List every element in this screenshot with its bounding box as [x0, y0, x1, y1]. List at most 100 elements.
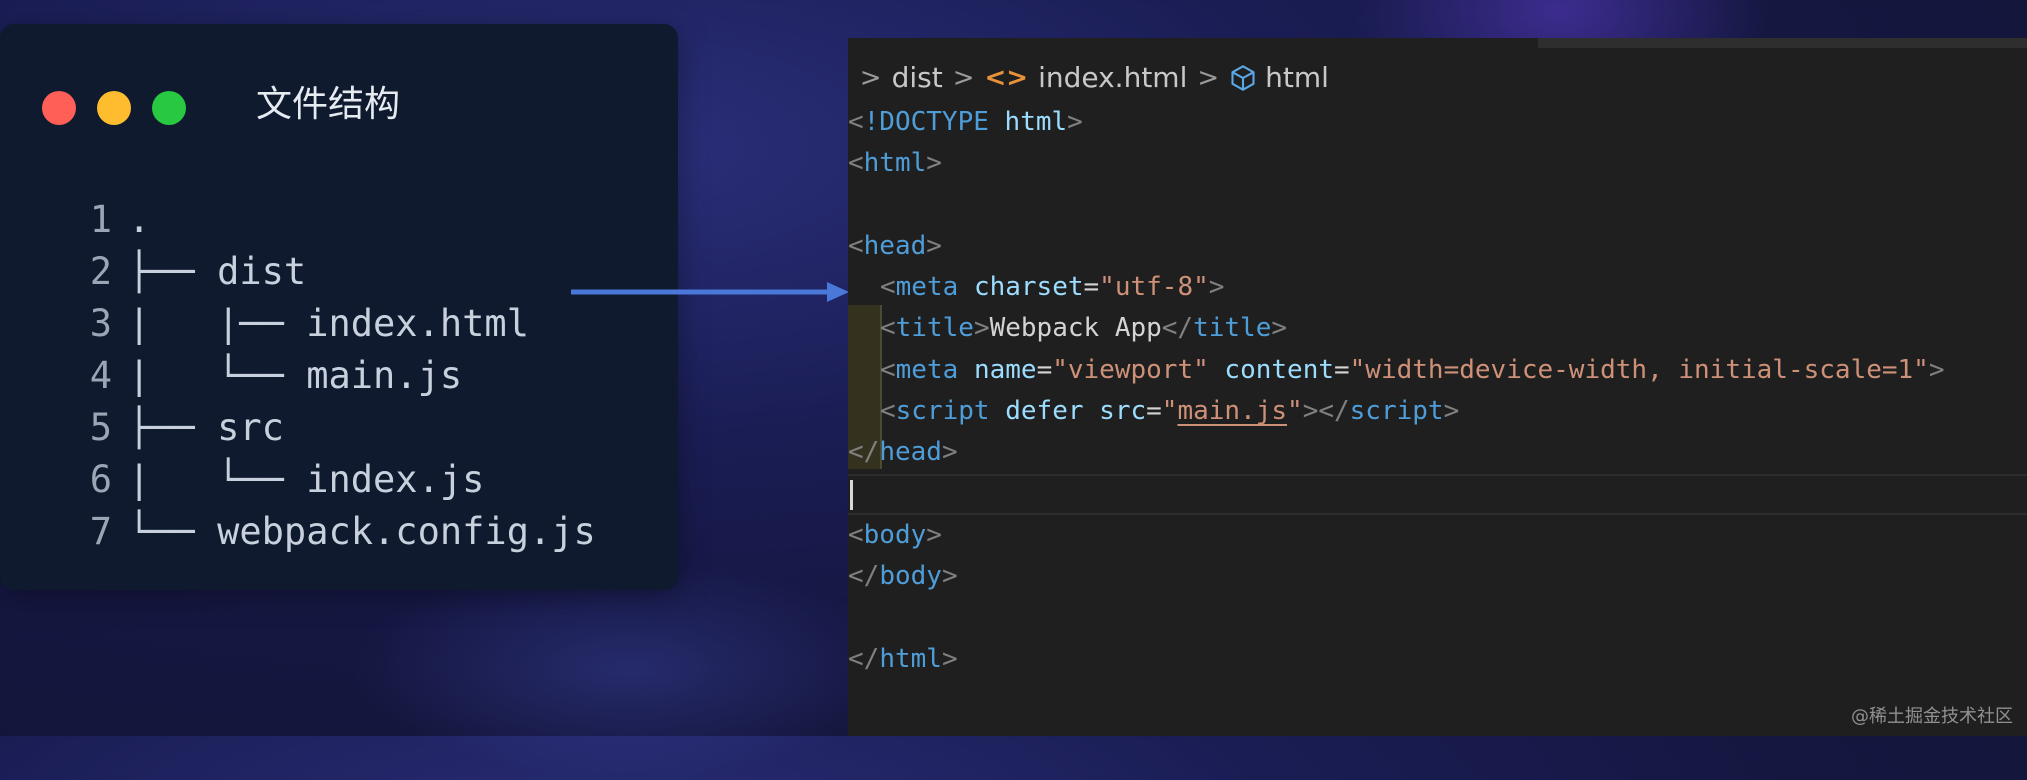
- breadcrumb-item-dist[interactable]: dist: [892, 58, 943, 98]
- code-line: </html>: [848, 639, 2027, 680]
- punct: </: [848, 561, 880, 592]
- attr-value: "viewport": [1052, 354, 1209, 385]
- code-line: </body>: [848, 556, 2027, 597]
- minimize-window-dot[interactable]: [97, 91, 131, 125]
- punct: >: [941, 437, 958, 468]
- tree-line: 3 | |── index.html: [80, 298, 596, 350]
- line-number: 2: [89, 250, 112, 293]
- tree-line: 2 ├── dist: [80, 246, 596, 298]
- code-editor[interactable]: l > dist > <> index.html > html <!DOCTYP…: [848, 38, 2027, 736]
- tag-name: head: [863, 230, 927, 261]
- punct: >: [926, 230, 942, 261]
- punct: >: [1271, 313, 1288, 344]
- tag-name: meta: [895, 272, 959, 303]
- punct: >: [926, 519, 942, 550]
- line-number: 1: [89, 198, 112, 241]
- punct: <: [880, 396, 896, 427]
- equals: =: [1083, 272, 1100, 303]
- equals: =: [1036, 354, 1053, 385]
- tag-name: html: [863, 148, 927, 179]
- tree-line: 1.: [80, 194, 596, 246]
- tag-name: title: [895, 313, 974, 344]
- code-line: <meta name="viewport" content="width=dev…: [848, 350, 2027, 391]
- punct: >: [973, 313, 990, 344]
- attr-value: "width=device-width, initial-scale=1": [1349, 354, 1929, 385]
- chevron-right-icon: >: [1197, 63, 1220, 93]
- breadcrumb: l > dist > <> index.html > html: [848, 58, 1329, 98]
- code-content[interactable]: <!DOCTYPE html> <html> <head> <meta char…: [848, 102, 2027, 680]
- code-angle-icon: <>: [984, 63, 1029, 93]
- punct: >: [1067, 107, 1083, 137]
- punct: <: [848, 107, 864, 137]
- punct: </: [848, 643, 880, 674]
- tag-name: head: [879, 437, 942, 468]
- tag-name: script: [895, 396, 990, 427]
- cube-icon: [1231, 65, 1255, 91]
- tag-name: meta: [895, 354, 959, 385]
- tag-name: body: [863, 519, 927, 550]
- attr-value: "utf-8": [1099, 272, 1209, 303]
- attr-name: src: [1099, 396, 1147, 427]
- attr-name: defer: [1005, 396, 1084, 427]
- code-line: <!DOCTYPE html>: [848, 102, 2027, 143]
- breadcrumb-item-symbol[interactable]: html: [1265, 58, 1329, 98]
- equals: =: [1146, 396, 1162, 427]
- line-number: 5: [89, 406, 112, 449]
- punct: >: [1208, 272, 1225, 303]
- punct: <: [848, 148, 864, 179]
- punct: </: [848, 437, 880, 468]
- breadcrumb-item-file[interactable]: index.html: [1038, 58, 1187, 98]
- file-tree: 1. 2 ├── dist 3 | |── index.html 4 | └── ma…: [80, 194, 596, 558]
- doctype-value: html: [1004, 107, 1068, 137]
- close-window-dot[interactable]: [42, 91, 76, 125]
- line-number: 4: [89, 354, 112, 397]
- text-content: Webpack App: [989, 313, 1162, 344]
- attr-name: charset: [973, 272, 1084, 303]
- tag-name: html: [879, 643, 942, 674]
- maximize-window-dot[interactable]: [152, 91, 186, 125]
- punct: >: [941, 643, 958, 674]
- tree-entry: ├── dist: [128, 250, 307, 293]
- tree-entry: | └── index.js: [128, 458, 485, 501]
- script-src-link[interactable]: main.js: [1177, 396, 1287, 426]
- code-line: <meta charset="utf-8">: [848, 267, 2027, 308]
- punct: >: [1302, 396, 1319, 427]
- tree-entry: ├── src: [128, 406, 284, 449]
- source-watermark: @稀土掘金技术社区: [1851, 706, 2013, 727]
- code-line: <title>Webpack App</title>: [848, 308, 2027, 349]
- punct: <: [848, 230, 864, 261]
- tree-entry: | |── index.html: [128, 302, 529, 345]
- panel-title: 文件结构: [256, 84, 401, 125]
- code-line: <head>: [848, 226, 2027, 267]
- punct: </: [1318, 396, 1350, 427]
- code-line: <html>: [848, 143, 2027, 184]
- code-line: </head>: [848, 432, 2027, 473]
- tree-entry: .: [128, 198, 151, 241]
- background-glow: [350, 560, 910, 780]
- chevron-right-icon: >: [859, 63, 882, 93]
- tag-name: script: [1349, 396, 1444, 427]
- tag-name: body: [879, 561, 942, 592]
- punct: <: [848, 519, 864, 550]
- punct: >: [1443, 396, 1460, 427]
- punct: >: [926, 148, 942, 179]
- code-line: <script defer src="main.js"></script>: [848, 391, 2027, 432]
- horizontal-scrollbar[interactable]: [1538, 38, 2027, 48]
- doctype-keyword: !DOCTYPE: [863, 107, 989, 137]
- tree-line: 6 | └── index.js: [80, 454, 596, 506]
- punct: <: [880, 313, 896, 344]
- punct: >: [1928, 354, 1945, 385]
- punct: <: [880, 272, 896, 303]
- punct: <: [880, 354, 896, 385]
- equals: =: [1334, 354, 1350, 385]
- current-line[interactable]: [848, 473, 2027, 515]
- punct: </: [1161, 313, 1194, 344]
- breadcrumb-item[interactable]: l: [848, 58, 850, 98]
